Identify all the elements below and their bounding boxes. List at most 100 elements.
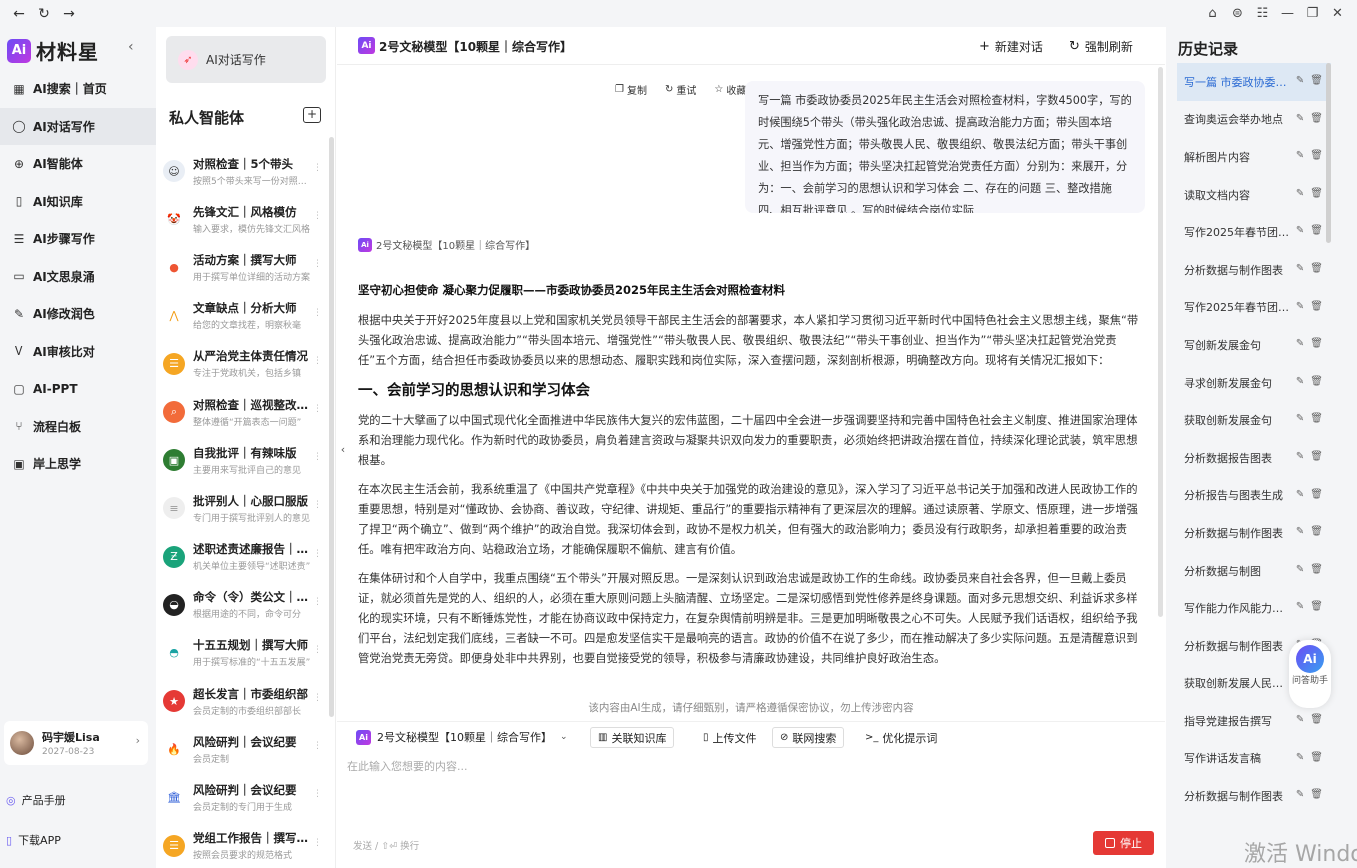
- nav-item[interactable]: ☰ AI步骤写作: [0, 220, 156, 258]
- upload-file-button[interactable]: ▯ 上传文件: [696, 727, 764, 748]
- menu-icon[interactable]: ☷: [1251, 2, 1274, 24]
- more-options-icon[interactable]: ⋮: [313, 163, 322, 173]
- edit-icon[interactable]: ✎: [1296, 301, 1304, 312]
- history-item[interactable]: 分析数据与制作图表 ✎ 🗑: [1177, 251, 1331, 289]
- trash-icon[interactable]: 🗑: [1310, 188, 1323, 199]
- edit-icon[interactable]: ✎: [1296, 113, 1304, 124]
- trash-icon[interactable]: 🗑: [1310, 789, 1323, 800]
- more-options-icon[interactable]: ⋮: [313, 356, 322, 366]
- history-item[interactable]: 分析报告与图表生成 ✎ 🗑: [1177, 477, 1331, 515]
- agent-item[interactable]: 🤡 先锋文汇｜风格模仿 输入要求，模仿先锋文汇风格 ⋮: [156, 195, 328, 243]
- nav-item[interactable]: ▭ AI文思泉涌: [0, 258, 156, 296]
- history-item[interactable]: 分析数据与制作图表 ✎ 🗑: [1177, 777, 1331, 815]
- nav-item[interactable]: ⊕ AI智能体: [0, 145, 156, 183]
- nav-item[interactable]: Ꮩ AI审核比对: [0, 333, 156, 371]
- edit-icon[interactable]: ✎: [1296, 752, 1304, 763]
- more-options-icon[interactable]: ⋮: [313, 452, 322, 462]
- history-scrollbar[interactable]: [1326, 63, 1331, 243]
- web-search-button[interactable]: ⊘ 联网搜索: [772, 727, 845, 748]
- trash-icon[interactable]: 🗑: [1310, 263, 1323, 274]
- edit-icon[interactable]: ✎: [1296, 150, 1304, 161]
- more-options-icon[interactable]: ⋮: [313, 838, 322, 848]
- edit-icon[interactable]: ✎: [1296, 489, 1304, 500]
- edit-icon[interactable]: ✎: [1296, 263, 1304, 274]
- more-options-icon[interactable]: ⋮: [313, 741, 322, 751]
- history-item[interactable]: 写创新发展金句 ✎ 🗑: [1177, 326, 1331, 364]
- ai-chat-writing-button[interactable]: ➶ AI对话写作: [166, 36, 326, 83]
- trash-icon[interactable]: 🗑: [1310, 489, 1323, 500]
- download-app-link[interactable]: ▯ 下载APP: [6, 832, 61, 848]
- history-item[interactable]: 寻求创新发展金句 ✎ 🗑: [1177, 364, 1331, 402]
- brand-logo[interactable]: Ai 材料星: [7, 36, 99, 65]
- trash-icon[interactable]: 🗑: [1310, 301, 1323, 312]
- more-options-icon[interactable]: ⋮: [313, 549, 322, 559]
- nav-item[interactable]: ✎ AI修改润色: [0, 295, 156, 333]
- retry-button[interactable]: ↻ 重试: [665, 82, 705, 97]
- agent-item[interactable]: 🔥 风险研判｜会议纪要 会员定制 ⋮: [156, 725, 328, 773]
- more-options-icon[interactable]: ⋮: [313, 404, 322, 414]
- edit-icon[interactable]: ✎: [1296, 338, 1304, 349]
- history-item[interactable]: 获取创新发展金句 ✎ 🗑: [1177, 401, 1331, 439]
- agent-item[interactable]: ★ 超长发言｜市委组织部 会员定制的市委组织部部长 ⋮: [156, 677, 328, 725]
- more-options-icon[interactable]: ⋮: [313, 211, 322, 221]
- agent-item[interactable]: ● 活动方案｜撰写大师 用于撰写单位详细的活动方案 ⋮: [156, 243, 328, 291]
- nav-item[interactable]: ◯ AI对话写作: [0, 107, 156, 145]
- trash-icon[interactable]: 🗑: [1310, 113, 1323, 124]
- trash-icon[interactable]: 🗑: [1310, 564, 1323, 575]
- trash-icon[interactable]: 🗑: [1310, 451, 1323, 462]
- add-agent-icon[interactable]: +: [303, 107, 321, 123]
- collapse-sidebar-icon[interactable]: ‹: [128, 39, 134, 55]
- trash-icon[interactable]: 🗑: [1310, 225, 1323, 236]
- agent-item[interactable]: ☰ 从严治党主体责任情况 专注于党政机关，包括乡镇 ⋮: [156, 340, 328, 388]
- edit-icon[interactable]: ✎: [1296, 564, 1304, 575]
- knowledge-base-button[interactable]: ▥ 关联知识库: [590, 727, 675, 748]
- edit-icon[interactable]: ✎: [1296, 188, 1304, 199]
- nav-item[interactable]: ▢ AI-PPT: [0, 370, 156, 408]
- trash-icon[interactable]: 🗑: [1310, 714, 1323, 725]
- optimize-prompt-button[interactable]: >_ 优化提示词: [858, 727, 944, 748]
- refresh-icon[interactable]: ↻: [33, 3, 55, 25]
- back-icon[interactable]: ←: [8, 3, 30, 25]
- trash-icon[interactable]: 🗑: [1310, 601, 1323, 612]
- edit-icon[interactable]: ✎: [1296, 526, 1304, 537]
- pin-icon[interactable]: ⊜: [1226, 2, 1249, 24]
- trash-icon[interactable]: 🗑: [1310, 376, 1323, 387]
- edit-icon[interactable]: ✎: [1296, 225, 1304, 236]
- agent-item[interactable]: Ƶ 述职述责述廉报告｜常规 机关单位主要领导“述职述责” ⋮: [156, 533, 328, 581]
- maximize-icon[interactable]: ❐: [1301, 2, 1324, 24]
- qa-assistant-button[interactable]: Ai 问答助手: [1289, 640, 1331, 708]
- agent-item[interactable]: ◓ 十五五规划｜撰写大师 用于撰写标准的“十五五发展” ⋮: [156, 629, 328, 677]
- agent-item[interactable]: ≡ 批评别人｜心服口服版 专门用于撰写批评别人的意见 ⋮: [156, 484, 328, 532]
- more-options-icon[interactable]: ⋮: [313, 645, 322, 655]
- edit-icon[interactable]: ✎: [1296, 451, 1304, 462]
- nav-item[interactable]: ⑂ 流程白板: [0, 408, 156, 446]
- close-icon[interactable]: ✕: [1326, 2, 1349, 24]
- product-manual-link[interactable]: ◎ 产品手册: [6, 792, 66, 808]
- edit-icon[interactable]: ✎: [1296, 714, 1304, 725]
- edit-icon[interactable]: ✎: [1296, 376, 1304, 387]
- edit-icon[interactable]: ✎: [1296, 413, 1304, 424]
- more-options-icon[interactable]: ⋮: [313, 259, 322, 269]
- history-item[interactable]: 解析图片内容 ✎ 🗑: [1177, 138, 1331, 176]
- user-card[interactable]: 码宇媛Lisa 2027-08-23 ›: [4, 721, 148, 765]
- edit-icon[interactable]: ✎: [1296, 75, 1304, 86]
- agent-item[interactable]: ◒ 命令（令）类公文｜专业 根据用途的不同，命令可分 ⋮: [156, 581, 328, 629]
- more-options-icon[interactable]: ⋮: [313, 308, 322, 318]
- more-options-icon[interactable]: ⋮: [313, 789, 322, 799]
- history-item[interactable]: 写作讲话发言稿 ✎ 🗑: [1177, 740, 1331, 778]
- nav-item[interactable]: ▯ AI知识库: [0, 183, 156, 221]
- history-item[interactable]: 写作2025年春节团拜会致辞 ✎ 🗑: [1177, 289, 1331, 327]
- history-item[interactable]: 写作2025年春节团拜会讲话稿 ✎ 🗑: [1177, 213, 1331, 251]
- history-item[interactable]: 写一篇 市委政协委员2025年民主生活会 ✎ 🗑: [1177, 63, 1331, 101]
- trash-icon[interactable]: 🗑: [1310, 752, 1323, 763]
- history-item[interactable]: 分析数据报告图表 ✎ 🗑: [1177, 439, 1331, 477]
- trash-icon[interactable]: 🗑: [1310, 150, 1323, 161]
- more-options-icon[interactable]: ⋮: [313, 693, 322, 703]
- model-selector[interactable]: Ai 2号文秘模型【10颗星｜综合写作】 ⌄: [356, 729, 568, 745]
- chat-input[interactable]: [347, 755, 1147, 777]
- trash-icon[interactable]: 🗑: [1310, 75, 1323, 86]
- chat-scrollbar[interactable]: [1158, 67, 1163, 617]
- trash-icon[interactable]: 🗑: [1310, 413, 1323, 424]
- collapse-panel-icon[interactable]: ‹: [337, 437, 349, 461]
- minimize-icon[interactable]: —: [1276, 2, 1299, 24]
